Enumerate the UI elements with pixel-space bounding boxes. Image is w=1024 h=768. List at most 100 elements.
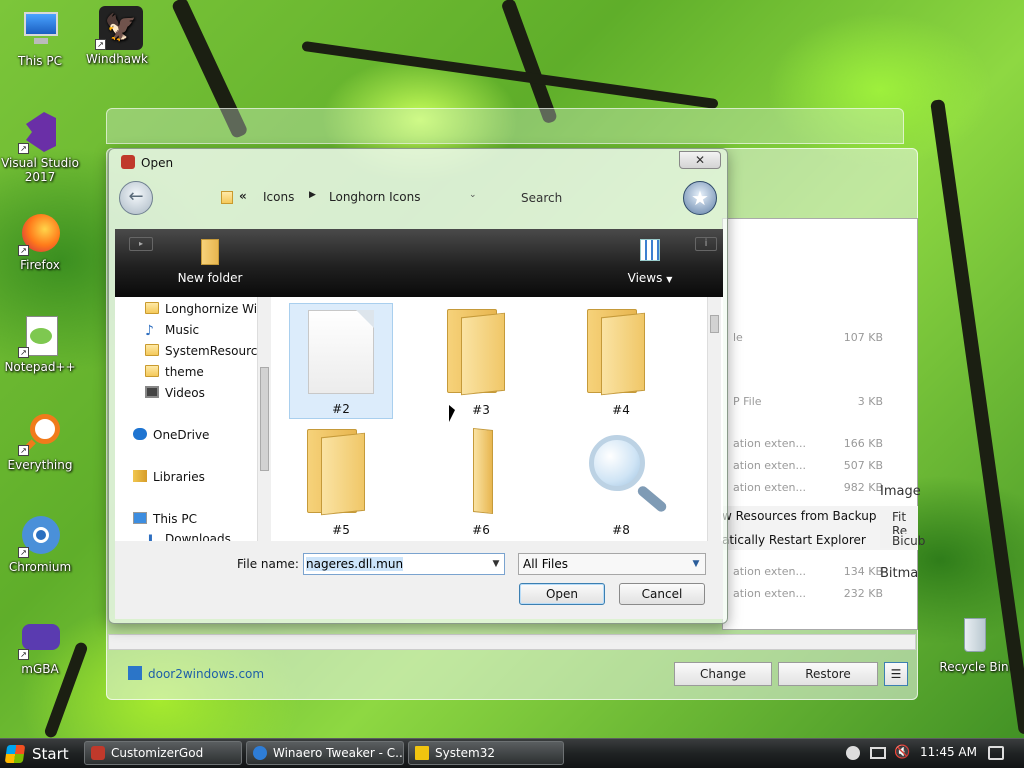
tray-network-icon[interactable] [870,747,886,759]
change-button[interactable]: Change [674,662,772,686]
recycle-bin-icon [952,614,996,658]
file-item-5[interactable]: #5 [289,423,393,539]
chromium-icon [253,746,267,760]
desktop-icon-label: mGBA [21,662,59,676]
overflow-chevron-icon[interactable]: « [239,189,247,203]
file-scroll-thumb[interactable] [710,315,719,333]
taskbar-item-customizergod[interactable]: CustomizerGod [84,741,242,765]
folder-icon [145,302,159,314]
address-dropdown-icon[interactable]: ⌄ [469,190,477,200]
views-grid-icon [640,239,660,261]
views-button[interactable]: Views ▼ [615,239,685,285]
desktop-icon-chromium[interactable]: ↗ Chromium [0,514,80,574]
door2windows-link[interactable]: door2windows.com [128,666,264,681]
favorites-star-icon[interactable]: ★ [683,181,717,215]
folder-icon [415,746,429,760]
breadcrumb-icons[interactable]: Icons [263,190,294,204]
file-item-3[interactable]: #3 [429,303,533,419]
door2windows-icon [128,666,142,680]
desktop-icon-everything[interactable]: ↗ Everything [0,412,80,472]
address-bar[interactable]: « Icons ▶ Longhorn Icons ⌄ [215,187,505,209]
nav-item-systemresources[interactable]: SystemResources [145,341,270,361]
everything-search-icon: ↗ [18,412,62,456]
close-icon: ✕ [694,153,706,167]
breadcrumb-longhorn-icons[interactable]: Longhorn Icons [329,190,420,204]
desktop-icon-label: Notepad++ [4,360,76,374]
menu-button[interactable]: ☰ [884,662,908,686]
nav-item-theme[interactable]: theme [145,362,204,382]
list-item[interactable]: P File 3 KB [733,395,883,415]
start-label: Start [32,745,69,763]
taskbar-item-winaero[interactable]: Winaero Tweaker - C... [246,741,404,765]
file-name-input[interactable]: nageres.dll.mun ▼ [303,553,505,575]
nav-item-videos[interactable]: Videos [145,383,205,403]
side-label-bicubic: Bicub [880,534,925,548]
restore-button[interactable]: Restore [778,662,878,686]
firefox-icon: ↗ [18,212,62,256]
nav-item-this-pc[interactable]: This PC [133,509,197,529]
list-item[interactable]: le 107 KB [733,331,883,351]
file-type-select[interactable]: All Files ▼ [518,553,706,575]
help-icon[interactable]: i [695,237,717,251]
chevron-down-icon[interactable]: ▼ [488,554,504,574]
nav-item-onedrive[interactable]: OneDrive [133,425,209,445]
open-dialog: Open ✕ ← « Icons ▶ Longhorn Icons ⌄ Sear… [108,148,728,624]
desktop-icon-windhawk[interactable]: 🦅 ↗ Windhawk [77,6,157,66]
close-button[interactable]: ✕ [679,151,721,169]
desktop-icon-firefox[interactable]: ↗ Firefox [0,212,80,272]
music-icon: ♪ [145,323,154,339]
app-gear-icon [121,155,135,169]
desktop-icon-visual-studio[interactable]: ↗ Visual Studio 2017 [0,110,80,184]
mgba-icon: ↗ [18,616,62,660]
cancel-button[interactable]: Cancel [619,583,705,605]
file-item-8[interactable]: #8 [569,423,673,539]
search-placeholder: Search [521,191,563,205]
tray-volume-icon[interactable] [846,746,860,760]
toolbar-left-handle-icon[interactable]: ▸ [129,237,153,251]
desktop-icon-this-pc[interactable]: This PC [0,8,80,68]
list-item[interactable]: ation exten... 166 KB [733,437,883,457]
clock[interactable]: 11:45 AM [920,745,977,759]
list-item[interactable]: ation exten... 507 KB [733,459,883,479]
list-item[interactable]: ation exten... 134 KB [733,565,883,585]
nav-item-downloads[interactable]: ⬇ Downloads [145,529,231,541]
new-folder-button[interactable]: New folder [175,239,245,285]
new-folder-label: New folder [177,271,243,285]
desktop-icon-recycle-bin[interactable]: Recycle Bin [934,614,1014,674]
action-center-icon[interactable] [988,746,1004,760]
wallpaper-branch [500,0,559,125]
mouse-cursor-icon [449,405,455,422]
open-button[interactable]: Open [519,583,605,605]
start-button[interactable]: Start [2,741,76,767]
desktop-icon-mgba[interactable]: ↗ mGBA [0,616,80,676]
file-type-value: All Files [523,557,569,571]
back-button[interactable]: ← [119,181,153,215]
folder-icon [307,429,365,516]
file-item-2[interactable]: #2 [289,303,393,419]
windhawk-icon: 🦅 ↗ [95,6,143,50]
nav-scrollbar[interactable] [257,297,271,541]
list-item[interactable]: ation exten... 982 KB [733,481,883,501]
nav-scroll-thumb[interactable] [260,367,269,471]
desktop-icon-label: Recycle Bin [939,660,1009,674]
desktop-icon-notepad-plus-plus[interactable]: ↗ Notepad++ [0,314,80,374]
chromium-icon: ↗ [18,514,62,558]
magnifier-handle [635,484,669,514]
file-scrollbar[interactable] [707,297,721,541]
folder-icon [221,191,233,204]
nav-item-longhornize[interactable]: Longhornize Win [145,299,265,319]
nav-item-music[interactable]: ♪ Music [145,320,199,340]
libraries-icon [133,470,147,482]
horizontal-scrollbar[interactable] [108,634,916,650]
dialog-title: Open [141,156,174,170]
hamburger-icon: ☰ [890,667,902,681]
list-item[interactable]: ation exten... 232 KB [733,587,883,607]
file-item-4[interactable]: #4 [569,303,673,419]
taskbar-item-system32[interactable]: System32 [408,741,564,765]
monitor-icon [18,8,62,52]
nav-item-libraries[interactable]: Libraries [133,467,205,487]
desktop-icon-label: This PC [18,54,62,68]
file-item-6[interactable]: #6 [429,423,533,539]
search-input[interactable]: Search [511,187,671,209]
tray-speaker-muted-icon[interactable]: 🔇 [894,745,910,760]
